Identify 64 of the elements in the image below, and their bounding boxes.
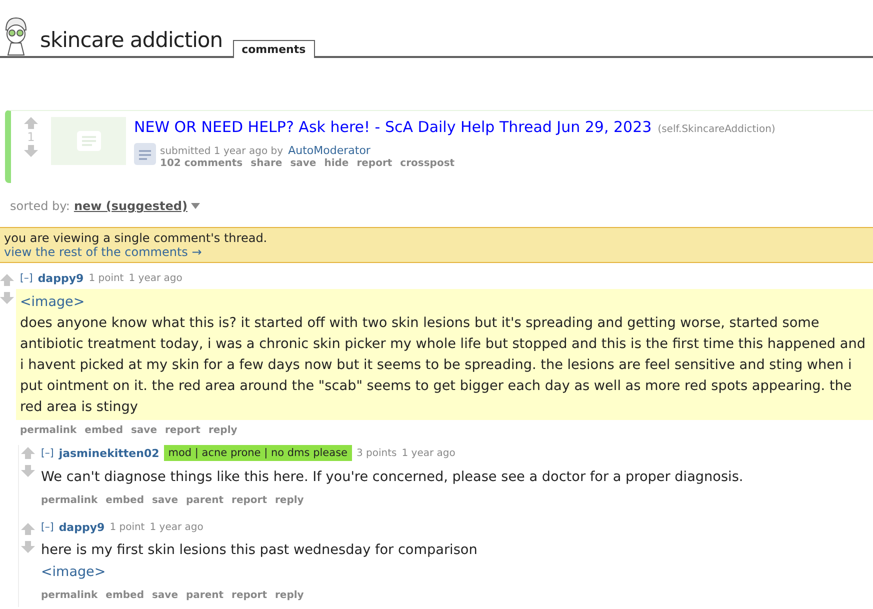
notice-text: you are viewing a single comment's thread. — [4, 231, 268, 245]
upvote-icon[interactable] — [24, 117, 38, 129]
comment-action-link[interactable]: permalink — [20, 425, 77, 436]
comment-text: does anyone know what this is? it started off with two skin lesions but it's spreading and getting worse, started some antibiotic treatment today, i was a chronic skin picker my whole life but stopped and this is the first time this happened and i havent picked at my skin for a few days now but it seems to be spreading. the lesions are feel sensitive and sting when i put ointment on it. the red area around the "scab" seems to get bigger each day as well as more red spots appearing. the red area is stingy — [20, 314, 866, 417]
image-link[interactable]: <image> — [20, 291, 85, 313]
comment-action-link[interactable]: permalink — [41, 495, 98, 506]
user-flair: mod | acne prone | no dms please — [164, 445, 352, 461]
post-action-link[interactable]: report — [356, 158, 392, 169]
collapse-toggle[interactable]: [–] — [41, 522, 54, 533]
comment-score: 1 point — [88, 273, 124, 284]
downvote-icon[interactable] — [0, 292, 14, 304]
comment-action-link[interactable]: save — [130, 425, 157, 436]
post-author[interactable]: AutoModerator — [288, 144, 370, 157]
post-domain[interactable]: (self.SkincareAddiction) — [658, 124, 776, 135]
upvote-icon[interactable] — [21, 523, 35, 535]
collapse-toggle[interactable]: [–] — [41, 448, 54, 458]
comment-author[interactable]: jasminekitten02 — [58, 446, 160, 460]
comment-author[interactable]: dappy9 — [58, 521, 105, 534]
downvote-icon[interactable] — [21, 541, 35, 553]
post-action-link[interactable]: share — [250, 158, 282, 169]
comment-text: here is my first skin lesions this past wednesday for comparison — [41, 541, 478, 560]
comment-action-link[interactable]: parent — [186, 495, 224, 506]
text-post-icon — [76, 131, 100, 151]
downvote-icon[interactable] — [24, 145, 38, 157]
sort-label: sorted by: — [10, 199, 70, 213]
comment-score: 1 point — [110, 522, 145, 533]
image-link[interactable]: <image> — [41, 561, 106, 583]
downvote-icon[interactable] — [21, 465, 35, 477]
comment-action-link[interactable]: report — [232, 495, 267, 506]
comment-action-link[interactable]: embed — [106, 590, 144, 601]
post-score: 1 — [27, 130, 35, 144]
post-action-link[interactable]: crosspost — [400, 158, 455, 169]
comment-age: 1 year ago — [150, 522, 204, 533]
comment-text: We can't diagnose things like this here. If you're concerned, please see a doctor for a proper diagnosis. — [41, 468, 744, 487]
comment-age: 1 year ago — [128, 273, 182, 284]
comment-action-link[interactable]: reply — [275, 495, 304, 506]
collapse-toggle[interactable]: [–] — [20, 273, 33, 284]
comment-action-link[interactable]: report — [165, 425, 200, 436]
post-action-link[interactable]: 102 comments — [160, 158, 243, 169]
text-post-icon[interactable] — [134, 143, 156, 165]
submitted-text: submitted 1 year ago by — [160, 146, 284, 157]
subreddit-title[interactable]: skincare addiction — [40, 28, 223, 52]
view-all-comments-link[interactable]: view the rest of the comments → — [4, 245, 869, 259]
thumbnail[interactable] — [51, 117, 126, 165]
comment-action-link[interactable]: save — [152, 590, 178, 601]
comment-score: 3 points — [356, 448, 397, 458]
comment-action-link[interactable]: embed — [106, 495, 144, 506]
comment-action-link[interactable]: reply — [275, 590, 304, 601]
comment-action-link[interactable]: permalink — [41, 590, 98, 601]
comment-action-link[interactable]: reply — [208, 425, 238, 436]
comment-action-link[interactable]: embed — [84, 425, 123, 436]
sort-dropdown[interactable]: new (suggested) — [74, 199, 188, 213]
caret-icon[interactable] — [191, 203, 200, 209]
comment-action-link[interactable]: save — [152, 495, 178, 506]
comment-age: 1 year ago — [402, 448, 456, 458]
comment-action-link[interactable]: report — [232, 590, 267, 601]
tab[interactable]: comments — [232, 40, 315, 58]
post-action-link[interactable]: save — [290, 158, 316, 169]
post-title[interactable]: NEW OR NEED HELP? Ask here! - ScA Daily Help Thread Jun 29, 2023 — [134, 118, 652, 136]
comment-author[interactable]: dappy9 — [38, 272, 84, 285]
comment-action-link[interactable]: parent — [186, 590, 224, 601]
upvote-icon[interactable] — [21, 447, 35, 459]
upvote-icon[interactable] — [0, 274, 14, 286]
post-action-link[interactable]: hide — [324, 158, 349, 169]
